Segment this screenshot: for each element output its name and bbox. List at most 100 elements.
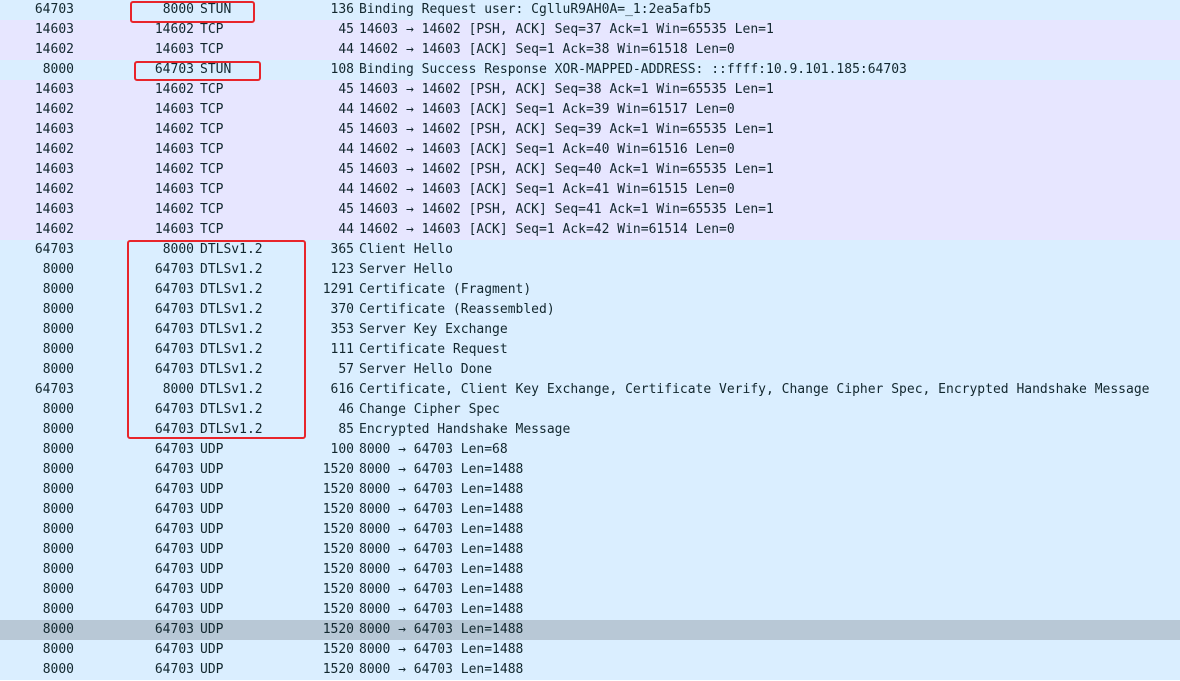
packet-row[interactable]: 8000 64703 DTLSv1.2 123 Server Hello: [0, 260, 1180, 280]
packet-dst-port-cell: 8000: [162, 2, 194, 17]
packet-src-port-cell: 8000: [42, 62, 74, 77]
packet-info-cell: 14602 → 14603 [ACK] Seq=1 Ack=40 Win=615…: [359, 142, 735, 157]
packet-dst-port-cell: 64703: [154, 422, 194, 437]
packet-row[interactable]: 8000 64703 UDP 1520 8000 → 64703 Len=1488: [0, 560, 1180, 580]
packet-dst-port-cell: 14602: [154, 122, 194, 137]
packet-row[interactable]: 8000 64703 DTLSv1.2 370 Certificate (Reassem…: [0, 300, 1180, 320]
packet-row[interactable]: 14603 14602 TCP 45 14603 → 14602 [PSH, ACK] …: [0, 20, 1180, 40]
packet-length-cell: 44: [338, 182, 354, 197]
packet-dst-port-cell: 64703: [154, 642, 194, 657]
packet-info-cell: 8000 → 64703 Len=1488: [359, 622, 524, 637]
packet-row[interactable]: 8000 64703 UDP 1520 8000 → 64703 Len=1488: [0, 660, 1180, 680]
packet-dst-port-cell: 64703: [154, 62, 194, 77]
packet-length-cell: 111: [330, 342, 354, 357]
packet-row[interactable]: 14602 14603 TCP 44 14602 → 14603 [ACK] Seq=1…: [0, 220, 1180, 240]
packet-protocol-cell: TCP: [200, 222, 224, 237]
packet-dst-port-cell: 64703: [154, 462, 194, 477]
packet-row[interactable]: 8000 64703 DTLSv1.2 353 Server Key Exchange: [0, 320, 1180, 340]
packet-length-cell: 1520: [322, 662, 354, 677]
packet-row[interactable]: 14602 14603 TCP 44 14602 → 14603 [ACK] Seq=1…: [0, 40, 1180, 60]
packet-dst-port-cell: 64703: [154, 582, 194, 597]
packet-row[interactable]: 8000 64703 UDP 1520 8000 → 64703 Len=1488: [0, 620, 1180, 640]
packet-row[interactable]: 14602 14603 TCP 44 14602 → 14603 [ACK] Seq=1…: [0, 140, 1180, 160]
packet-info-cell: 14602 → 14603 [ACK] Seq=1 Ack=39 Win=615…: [359, 102, 735, 117]
packet-dst-port-cell: 64703: [154, 442, 194, 457]
packet-row[interactable]: 8000 64703 UDP 1520 8000 → 64703 Len=1488: [0, 580, 1180, 600]
packet-row[interactable]: 8000 64703 UDP 100 8000 → 64703 Len=68: [0, 440, 1180, 460]
packet-protocol-cell: UDP: [200, 622, 224, 637]
packet-protocol-cell: DTLSv1.2: [200, 362, 263, 377]
packet-src-port-cell: 64703: [34, 242, 74, 257]
packet-row[interactable]: 8000 64703 DTLSv1.2 1291 Certificate (Fragme…: [0, 280, 1180, 300]
packet-src-port-cell: 8000: [42, 422, 74, 437]
packet-row[interactable]: 64703 8000 STUN 136 Binding Request user: Cg…: [0, 0, 1180, 20]
packet-row[interactable]: 8000 64703 UDP 1520 8000 → 64703 Len=1488: [0, 640, 1180, 660]
packet-row[interactable]: 14602 14603 TCP 44 14602 → 14603 [ACK] Seq=1…: [0, 100, 1180, 120]
packet-protocol-cell: TCP: [200, 142, 224, 157]
packet-dst-port-cell: 64703: [154, 542, 194, 557]
packet-src-port-cell: 64703: [34, 382, 74, 397]
packet-row[interactable]: 14603 14602 TCP 45 14603 → 14602 [PSH, ACK] …: [0, 120, 1180, 140]
packet-length-cell: 616: [330, 382, 354, 397]
packet-length-cell: 1520: [322, 542, 354, 557]
packet-row[interactable]: 8000 64703 DTLSv1.2 85 Encrypted Handshake M…: [0, 420, 1180, 440]
packet-row[interactable]: 14602 14603 TCP 44 14602 → 14603 [ACK] Seq=1…: [0, 180, 1180, 200]
packet-row[interactable]: 8000 64703 DTLSv1.2 111 Certificate Request: [0, 340, 1180, 360]
packet-protocol-cell: DTLSv1.2: [200, 282, 263, 297]
packet-row[interactable]: 64703 8000 DTLSv1.2 365 Client Hello: [0, 240, 1180, 260]
packet-list: 64703 8000 STUN 136 Binding Request user: Cg…: [0, 0, 1180, 681]
packet-row[interactable]: 8000 64703 UDP 1520 8000 → 64703 Len=1488: [0, 500, 1180, 520]
packet-row[interactable]: 8000 64703 UDP 1520 8000 → 64703 Len=1488: [0, 540, 1180, 560]
packet-src-port-cell: 8000: [42, 402, 74, 417]
packet-length-cell: 85: [338, 422, 354, 437]
packet-length-cell: 123: [330, 262, 354, 277]
packet-protocol-cell: TCP: [200, 182, 224, 197]
packet-src-port-cell: 8000: [42, 362, 74, 377]
packet-protocol-cell: DTLSv1.2: [200, 422, 263, 437]
packet-info-cell: 14602 → 14603 [ACK] Seq=1 Ack=38 Win=615…: [359, 42, 735, 57]
packet-info-cell: 8000 → 64703 Len=1488: [359, 582, 524, 597]
packet-row[interactable]: 8000 64703 UDP 1520 8000 → 64703 Len=1488: [0, 600, 1180, 620]
packet-protocol-cell: TCP: [200, 22, 224, 37]
packet-dst-port-cell: 64703: [154, 562, 194, 577]
packet-row[interactable]: 8000 64703 DTLSv1.2 57 Server Hello Done: [0, 360, 1180, 380]
packet-length-cell: 45: [338, 22, 354, 37]
packet-dst-port-cell: 64703: [154, 262, 194, 277]
packet-protocol-cell: DTLSv1.2: [200, 302, 263, 317]
packet-protocol-cell: UDP: [200, 562, 224, 577]
packet-row[interactable]: 14603 14602 TCP 45 14603 → 14602 [PSH, ACK] …: [0, 200, 1180, 220]
packet-row[interactable]: 8000 64703 DTLSv1.2 46 Change Cipher Spec: [0, 400, 1180, 420]
packet-src-port-cell: 8000: [42, 642, 74, 657]
packet-info-cell: Certificate Request: [359, 342, 508, 357]
packet-row[interactable]: 8000 64703 UDP 1520 8000 → 64703 Len=1488: [0, 460, 1180, 480]
packet-src-port-cell: 14602: [34, 222, 74, 237]
packet-info-cell: 8000 → 64703 Len=1488: [359, 662, 524, 677]
packet-row[interactable]: 8000 64703 STUN 108 Binding Success Response…: [0, 60, 1180, 80]
packet-src-port-cell: 14602: [34, 142, 74, 157]
packet-length-cell: 1520: [322, 582, 354, 597]
packet-dst-port-cell: 64703: [154, 662, 194, 677]
packet-dst-port-cell: 14602: [154, 162, 194, 177]
packet-info-cell: Certificate (Reassembled): [359, 302, 555, 317]
packet-dst-port-cell: 8000: [162, 382, 194, 397]
packet-dst-port-cell: 14602: [154, 202, 194, 217]
packet-dst-port-cell: 64703: [154, 482, 194, 497]
packet-row[interactable]: 8000 64703 UDP 1520 8000 → 64703 Len=1488: [0, 480, 1180, 500]
packet-row[interactable]: 14603 14602 TCP 45 14603 → 14602 [PSH, ACK] …: [0, 80, 1180, 100]
packet-src-port-cell: 8000: [42, 662, 74, 677]
packet-dst-port-cell: 64703: [154, 322, 194, 337]
packet-length-cell: 1520: [322, 642, 354, 657]
packet-src-port-cell: 8000: [42, 462, 74, 477]
packet-row[interactable]: 64703 8000 DTLSv1.2 616 Certificate, Client …: [0, 380, 1180, 400]
packet-protocol-cell: UDP: [200, 462, 224, 477]
packet-info-cell: 8000 → 64703 Len=1488: [359, 502, 524, 517]
packet-info-cell: 8000 → 64703 Len=1488: [359, 462, 524, 477]
packet-row[interactable]: 8000 64703 UDP 1520 8000 → 64703 Len=1488: [0, 520, 1180, 540]
packet-length-cell: 1520: [322, 602, 354, 617]
packet-info-cell: 14602 → 14603 [ACK] Seq=1 Ack=41 Win=615…: [359, 182, 735, 197]
packet-dst-port-cell: 14603: [154, 182, 194, 197]
packet-row[interactable]: 14603 14602 TCP 45 14603 → 14602 [PSH, ACK] …: [0, 160, 1180, 180]
packet-protocol-cell: DTLSv1.2: [200, 342, 263, 357]
packet-length-cell: 353: [330, 322, 354, 337]
packet-dst-port-cell: 64703: [154, 602, 194, 617]
